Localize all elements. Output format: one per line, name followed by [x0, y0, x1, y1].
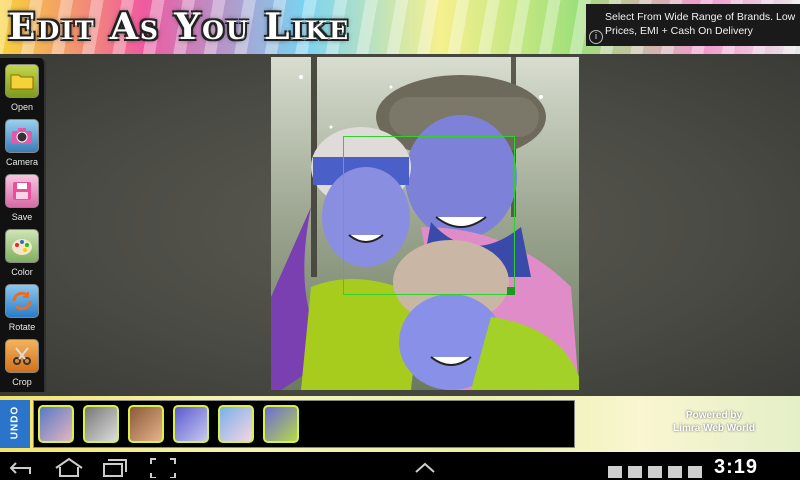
powered-by-company: Limra Web World: [673, 423, 755, 434]
thumbnail-grayscale[interactable]: [83, 405, 119, 443]
undo-label: UNDO: [9, 405, 21, 440]
open-button[interactable]: Open: [2, 62, 42, 116]
back-icon[interactable]: [8, 456, 38, 478]
open-label: Open: [10, 102, 34, 112]
camera-icon: [5, 119, 39, 153]
screenshot-icon[interactable]: [148, 456, 178, 478]
info-icon[interactable]: i: [589, 30, 603, 44]
thumbnail-purple[interactable]: [173, 405, 209, 443]
thumbnail-bright[interactable]: [218, 405, 254, 443]
folder-icon: [5, 64, 39, 98]
email-icon: [688, 466, 702, 478]
save-label: Save: [11, 212, 33, 222]
notification-icon: [668, 466, 682, 478]
crop-label: Crop: [12, 377, 32, 387]
notification-icon: [608, 466, 622, 478]
color-button[interactable]: Color: [2, 227, 42, 281]
notification-icon: [648, 466, 662, 478]
thumbnail-sepia[interactable]: [128, 405, 164, 443]
powered-by-label: Powered by: [685, 410, 743, 421]
camera-label: Camera: [5, 157, 38, 167]
notification-icon: [628, 466, 642, 478]
thumbnail-original[interactable]: [38, 405, 74, 443]
palette-icon: [5, 229, 39, 263]
save-icon: [5, 174, 39, 208]
ad-text[interactable]: Select From Wide Range of Brands. Low Pr…: [605, 10, 800, 38]
rotate-button[interactable]: Rotate: [2, 282, 42, 336]
crop-resize-handle[interactable]: [507, 287, 515, 295]
rotate-icon: [5, 284, 39, 318]
chevron-up-icon[interactable]: [410, 456, 440, 478]
home-icon[interactable]: [52, 456, 86, 478]
scissors-icon: [5, 339, 39, 373]
ad-banner[interactable]: Select From Wide Range of Brands. Low Pr…: [586, 4, 800, 46]
history-thumbnails: [33, 400, 575, 448]
clock: 3:19: [714, 456, 759, 478]
app-title: Edit As You Like: [8, 6, 351, 48]
tool-sidebar: Open Camera Save Color Rotate Crop: [0, 58, 46, 392]
undo-button[interactable]: UNDO: [0, 400, 30, 448]
crop-selection-box[interactable]: [343, 136, 515, 295]
crop-button[interactable]: Crop: [2, 337, 42, 391]
thumbnail-edited[interactable]: [263, 405, 299, 443]
powered-by: Powered by Limra Web World: [634, 410, 794, 434]
camera-button[interactable]: Camera: [2, 117, 42, 171]
recent-apps-icon[interactable]: [100, 456, 130, 478]
save-button[interactable]: Save: [2, 172, 42, 226]
color-label: Color: [11, 267, 33, 277]
rotate-label: Rotate: [8, 322, 36, 332]
